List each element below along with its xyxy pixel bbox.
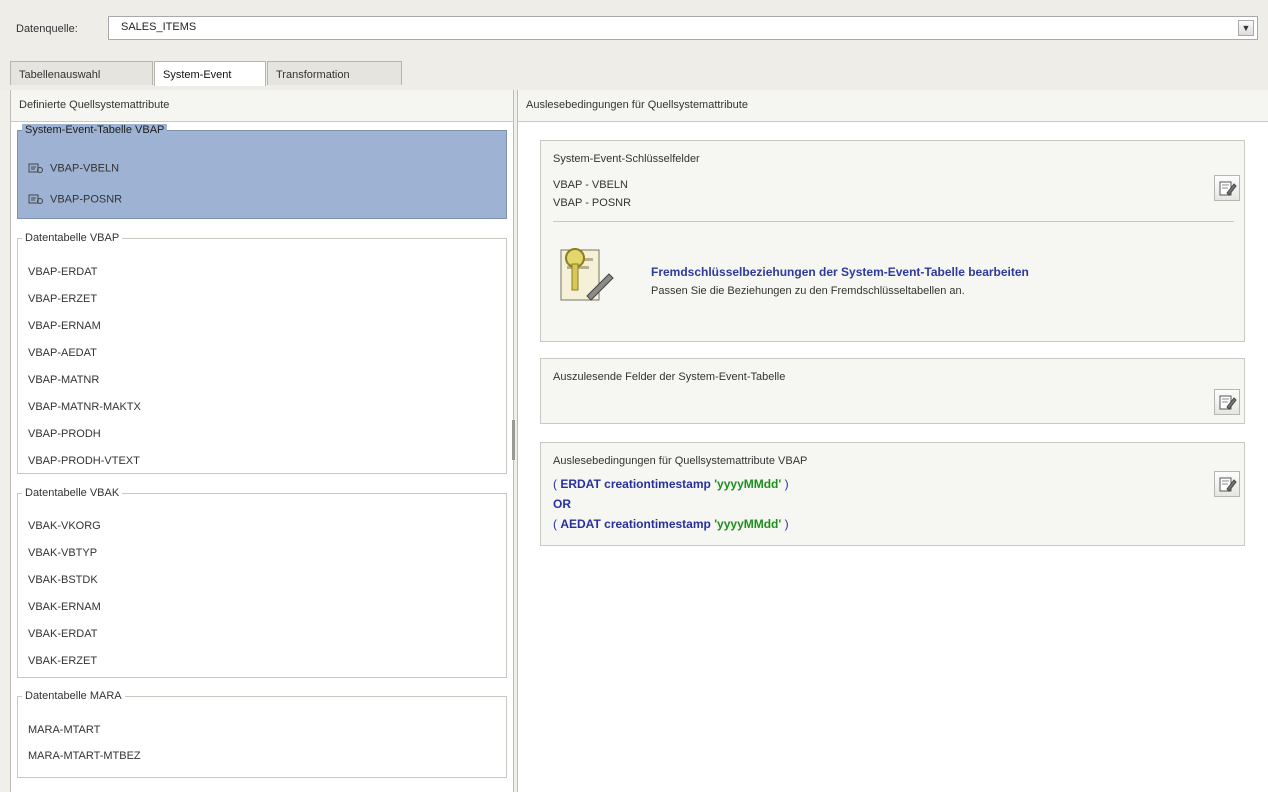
edit-conditions-button[interactable] [1214, 471, 1240, 497]
pane-splitter-handle[interactable] [512, 420, 515, 460]
foreign-keys-description: Passen Sie die Beziehungen zu den Fremds… [651, 285, 965, 297]
edit-read-fields-button[interactable] [1214, 389, 1240, 415]
list-item[interactable]: VBAK-VBTYP [28, 547, 97, 559]
list-item[interactable]: VBAK-ERNAM [28, 601, 101, 613]
condition-close: ) [784, 517, 789, 531]
tab-label: System-Event [163, 69, 232, 81]
tab-label: Transformation [276, 69, 350, 81]
condition-line: ( AEDAT creationtimestamp 'yyyyMMdd' ) [553, 517, 789, 531]
conditions-pane: Auslesebedingungen für Quellsystemattrib… [517, 90, 1268, 792]
tab-transformation[interactable]: Transformation [267, 61, 402, 85]
list-item[interactable]: MARA-MTART-MTBEZ [28, 750, 141, 762]
list-item[interactable]: VBAP-ERNAM [28, 320, 101, 332]
key-value-icon [28, 194, 43, 204]
datasource-select[interactable]: SALES_ITEMS ▼ [108, 16, 1258, 40]
edit-pencil-icon [1219, 181, 1237, 196]
attribute-tree-pane: Definierte Quellsystemattribute System-E… [10, 90, 514, 792]
tab-label: Tabellenauswahl [19, 69, 101, 81]
list-item[interactable]: VBAP-ERDAT [28, 266, 97, 278]
datasource-bar: Datenquelle: SALES_ITEMS ▼ [0, 0, 1268, 46]
tab-bar: Tabellenauswahl System-Event Transformat… [0, 45, 1268, 91]
read-fields-box: Auszulesende Felder der System-Event-Tab… [540, 358, 1245, 424]
group-title: Datentabelle MARA [22, 690, 125, 702]
group-title: Datentabelle VBAK [22, 487, 123, 499]
right-pane-header: Auslesebedingungen für Quellsystemattrib… [518, 90, 1268, 122]
chevron-down-icon[interactable]: ▼ [1238, 20, 1254, 36]
tab-system-event[interactable]: System-Event [154, 61, 266, 86]
group-datentabelle-vbap: Datentabelle VBAP VBAP-ERDAT VBAP-ERZET … [17, 232, 507, 474]
key-field: VBAP - VBELN [553, 179, 628, 191]
list-item[interactable]: VBAP-MATNR [28, 374, 99, 386]
split-panes: Definierte Quellsystemattribute System-E… [0, 90, 1268, 792]
condition-line: ( ERDAT creationtimestamp 'yyyyMMdd' ) [553, 477, 789, 491]
datasource-label: Datenquelle: [16, 23, 78, 35]
list-item[interactable]: VBAK-ERDAT [28, 628, 97, 640]
item-label: VBAP-VBELN [50, 162, 120, 175]
list-item[interactable]: VBAK-BSTDK [28, 574, 98, 586]
list-item[interactable]: VBAP-POSNR [28, 193, 122, 206]
group-datentabelle-mara: Datentabelle MARA MARA-MTART MARA-MTART-… [17, 690, 507, 778]
condition-open: ( [553, 477, 557, 491]
list-item[interactable]: VBAP-AEDAT [28, 347, 97, 359]
list-item[interactable]: VBAP-PRODH [28, 428, 101, 440]
edit-pencil-icon [1219, 477, 1237, 492]
list-item[interactable]: VBAP-ERZET [28, 293, 97, 305]
group-title: System-Event-Tabelle VBAP [22, 124, 168, 136]
list-item[interactable]: VBAP-VBELN [28, 162, 119, 175]
box-title: Auslesebedingungen für Quellsystemattrib… [553, 455, 808, 467]
condition-format: 'yyyyMMdd' [714, 517, 782, 531]
edit-key-fields-button[interactable] [1214, 175, 1240, 201]
box-title: Auszulesende Felder der System-Event-Tab… [553, 371, 786, 383]
operator-or: OR [553, 497, 571, 511]
left-pane-header: Definierte Quellsystemattribute [11, 90, 513, 122]
key-value-icon [28, 163, 43, 173]
edit-foreign-keys-link[interactable]: Fremdschlüsselbeziehungen der System-Eve… [651, 265, 1029, 279]
group-title: Datentabelle VBAP [22, 232, 123, 244]
conditions-box: Auslesebedingungen für Quellsystemattrib… [540, 442, 1245, 546]
list-item[interactable]: VBAP-PRODH-VTEXT [28, 455, 140, 467]
condition-keyword: creationtimestamp [604, 517, 711, 531]
condition-field: AEDAT [560, 517, 601, 531]
edit-pencil-icon [1219, 395, 1237, 410]
group-system-event-table[interactable]: System-Event-Tabelle VBAP VBAP-VBELN VBA… [17, 124, 507, 219]
key-field: VBAP - POSNR [553, 197, 632, 209]
datasource-value: SALES_ITEMS [121, 21, 197, 33]
list-item[interactable]: VBAK-VKORG [28, 520, 101, 532]
box-title: System-Event-Schlüsselfelder [553, 153, 700, 165]
condition-format: 'yyyyMMdd' [714, 477, 782, 491]
condition-operator: OR [553, 497, 571, 511]
condition-open: ( [553, 517, 557, 531]
condition-field: ERDAT [560, 477, 601, 491]
foreign-key-document-icon [560, 248, 614, 301]
item-label: VBAP-POSNR [50, 193, 123, 206]
list-item[interactable]: VBAP-MATNR-MAKTX [28, 401, 141, 413]
condition-keyword: creationtimestamp [604, 477, 711, 491]
list-item[interactable]: VBAK-ERZET [28, 655, 97, 667]
list-item[interactable]: MARA-MTART [28, 724, 100, 736]
divider [553, 221, 1234, 222]
key-fields-box: System-Event-Schlüsselfelder VBAP - VBEL… [540, 140, 1245, 342]
tab-tabellenauswahl[interactable]: Tabellenauswahl [10, 61, 153, 85]
condition-close: ) [784, 477, 789, 491]
group-datentabelle-vbak: Datentabelle VBAK VBAK-VKORG VBAK-VBTYP … [17, 487, 507, 678]
